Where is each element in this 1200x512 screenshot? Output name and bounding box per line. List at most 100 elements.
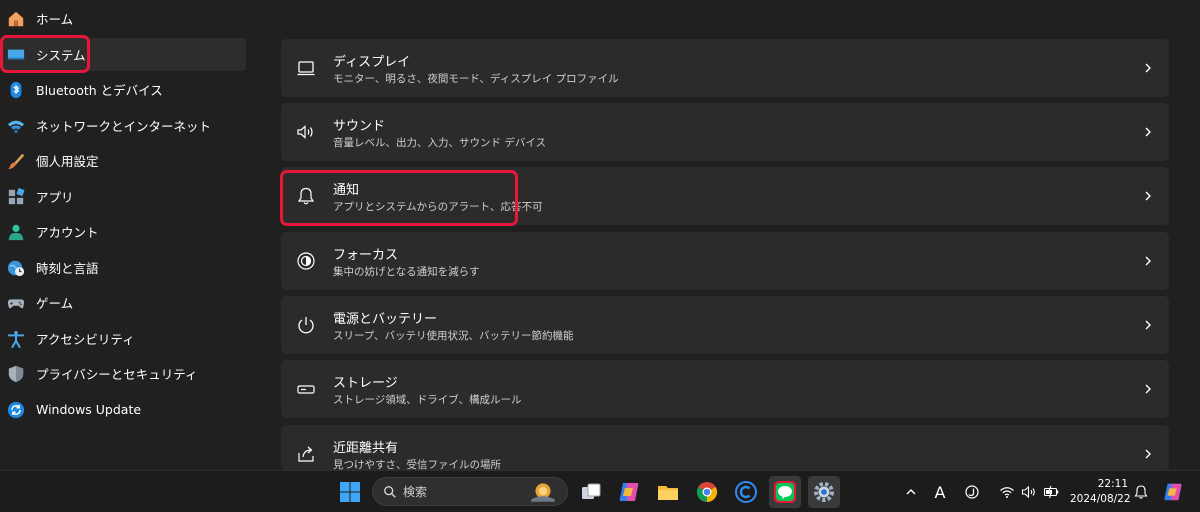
sidebar-item-windows-update[interactable]: Windows Update bbox=[0, 393, 246, 426]
ime-mode-icon bbox=[965, 485, 979, 499]
card-nearby-sharing[interactable]: 近距離共有 見つけやすさ、受信ファイルの場所 bbox=[281, 425, 1169, 471]
chevron-right-icon bbox=[1145, 256, 1151, 266]
card-title: ディスプレイ bbox=[333, 55, 411, 70]
file-explorer-icon bbox=[658, 486, 678, 500]
card-title: ストレージ bbox=[333, 376, 398, 391]
update-icon bbox=[4, 398, 28, 422]
search-placeholder: 検索 bbox=[403, 485, 428, 499]
sidebar-item-account[interactable]: アカウント bbox=[0, 215, 246, 248]
ime-indicator[interactable]: A bbox=[931, 483, 949, 502]
card-subtitle: 集中の妨げとなる通知を減らす bbox=[333, 266, 480, 278]
card-sound[interactable]: サウンド 音量レベル、出力、入力、サウンド デバイス bbox=[281, 103, 1169, 161]
card-subtitle: 音量レベル、出力、入力、サウンド デバイス bbox=[333, 137, 547, 149]
card-title: サウンド bbox=[333, 119, 386, 134]
volume-tray-button[interactable] bbox=[1020, 483, 1038, 501]
sidebar-item-personalization[interactable]: 個人用設定 bbox=[0, 144, 246, 177]
clock-time: 22:11 bbox=[1097, 478, 1128, 490]
chrome-button[interactable] bbox=[691, 476, 723, 508]
settings-button[interactable] bbox=[808, 476, 840, 508]
card-power-battery[interactable]: 電源とバッテリー スリープ、バッテリ使用状況、バッテリー節約機能 bbox=[281, 296, 1169, 354]
sidebar-item-label: システム bbox=[36, 48, 86, 63]
search-highlight-icon bbox=[531, 483, 555, 502]
card-title: 近距離共有 bbox=[333, 441, 399, 456]
notification-center-button[interactable] bbox=[1132, 483, 1150, 501]
copilot-icon bbox=[619, 483, 639, 501]
card-title: 電源とバッテリー bbox=[333, 312, 438, 327]
card-notifications[interactable]: 通知 アプリとシステムからのアラート、応答不可 bbox=[281, 167, 1169, 225]
sidebar-item-network[interactable]: ネットワークとインターネット bbox=[0, 109, 246, 142]
chevron-right-icon bbox=[1145, 449, 1151, 459]
taskbar: 検索 A 22:11 2024/08/22 bbox=[0, 470, 1200, 512]
wifi-tray-icon bbox=[1000, 487, 1014, 498]
sidebar-item-apps[interactable]: アプリ bbox=[0, 180, 246, 213]
clock-date: 2024/08/22 bbox=[1070, 493, 1131, 505]
battery-tray-button[interactable] bbox=[1042, 483, 1060, 501]
chevron-right-icon bbox=[1145, 127, 1151, 137]
share-icon bbox=[296, 444, 316, 464]
search-icon bbox=[384, 485, 396, 498]
speaker-icon bbox=[296, 122, 316, 142]
ime-mode-button[interactable] bbox=[963, 483, 981, 501]
sidebar-item-accessibility[interactable]: アクセシビリティ bbox=[0, 322, 246, 355]
file-explorer-button[interactable] bbox=[652, 476, 684, 508]
bluetooth-icon bbox=[4, 78, 28, 102]
card-focus[interactable]: フォーカス 集中の妨げとなる通知を減らす bbox=[281, 232, 1169, 290]
sidebar-item-home[interactable]: ホーム bbox=[0, 2, 246, 35]
sidebar-item-bluetooth[interactable]: Bluetooth とデバイス bbox=[0, 73, 246, 106]
sidebar-item-label: プライバシーとセキュリティ bbox=[36, 367, 198, 382]
sidebar-item-label: アカウント bbox=[36, 225, 99, 240]
gamepad-icon bbox=[4, 291, 28, 315]
sidebar-item-label: ホーム bbox=[36, 12, 74, 27]
power-icon bbox=[296, 315, 316, 335]
line-button[interactable] bbox=[769, 476, 801, 508]
account-icon bbox=[4, 220, 28, 244]
sidebar-item-system[interactable]: システム bbox=[0, 38, 246, 71]
card-storage[interactable]: ストレージ ストレージ領域、ドライブ、構成ルール bbox=[281, 360, 1169, 418]
system-icon bbox=[4, 43, 28, 67]
task-view-button[interactable] bbox=[575, 476, 607, 508]
focus-icon bbox=[296, 251, 316, 271]
taskbar-clock[interactable]: 22:11 2024/08/22 bbox=[1070, 477, 1131, 507]
c-app-button[interactable] bbox=[730, 476, 762, 508]
sidebar: ホーム システム Bluetooth とデバイス ネットワークとインターネット … bbox=[0, 0, 250, 470]
line-icon bbox=[774, 481, 796, 503]
settings-window: ホーム システム Bluetooth とデバイス ネットワークとインターネット … bbox=[0, 0, 1200, 471]
home-icon bbox=[4, 7, 28, 31]
copilot-tray-button[interactable] bbox=[1162, 481, 1184, 503]
globe-clock-icon bbox=[4, 256, 28, 280]
storage-icon bbox=[296, 379, 316, 399]
card-subtitle: モニター、明るさ、夜間モード、ディスプレイ プロファイル bbox=[333, 73, 619, 85]
card-title: 通知 bbox=[333, 183, 360, 198]
sidebar-item-label: アプリ bbox=[36, 190, 74, 205]
sidebar-item-label: ゲーム bbox=[36, 296, 74, 311]
card-subtitle: スリープ、バッテリ使用状況、バッテリー節約機能 bbox=[333, 330, 574, 342]
display-icon bbox=[296, 58, 316, 78]
chevron-right-icon bbox=[1145, 384, 1151, 394]
bell-icon bbox=[1134, 485, 1148, 499]
sidebar-item-privacy[interactable]: プライバシーとセキュリティ bbox=[0, 357, 246, 390]
chevron-right-icon bbox=[1145, 63, 1151, 73]
battery-charging-icon bbox=[1043, 485, 1059, 499]
card-subtitle: アプリとシステムからのアラート、応答不可 bbox=[333, 201, 543, 213]
bell-icon bbox=[296, 186, 316, 206]
taskbar-search-box[interactable]: 検索 bbox=[372, 477, 568, 506]
settings-gear-icon bbox=[814, 482, 834, 502]
volume-icon bbox=[1021, 485, 1035, 499]
task-view-icon bbox=[582, 483, 601, 499]
sidebar-item-label: 時刻と言語 bbox=[36, 261, 99, 276]
card-display[interactable]: ディスプレイ モニター、明るさ、夜間モード、ディスプレイ プロファイル bbox=[281, 39, 1169, 97]
sidebar-item-label: Windows Update bbox=[36, 402, 142, 417]
windows-start-icon bbox=[340, 482, 360, 502]
c-app-icon bbox=[735, 481, 757, 503]
show-hidden-icons-button[interactable] bbox=[902, 483, 920, 501]
card-subtitle: ストレージ領域、ドライブ、構成ルール bbox=[333, 394, 522, 406]
card-title: フォーカス bbox=[333, 248, 399, 263]
start-button[interactable] bbox=[334, 476, 366, 508]
sidebar-item-label: 個人用設定 bbox=[36, 154, 99, 169]
copilot-button[interactable] bbox=[613, 476, 645, 508]
sidebar-item-label: アクセシビリティ bbox=[36, 332, 135, 347]
sidebar-item-label: Bluetooth とデバイス bbox=[36, 83, 163, 98]
network-tray-button[interactable] bbox=[998, 483, 1016, 501]
sidebar-item-time-language[interactable]: 時刻と言語 bbox=[0, 251, 246, 284]
sidebar-item-gaming[interactable]: ゲーム bbox=[0, 286, 246, 319]
